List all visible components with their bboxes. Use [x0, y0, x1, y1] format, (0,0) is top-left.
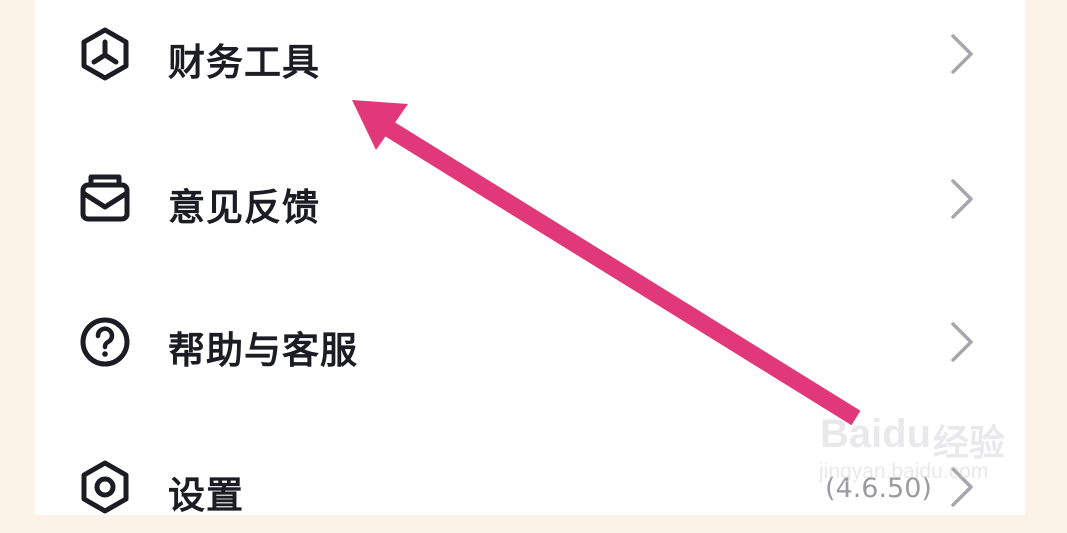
chevron-right-icon — [951, 322, 973, 362]
help-question-icon — [80, 317, 130, 367]
menu-item-label: 设置 — [168, 474, 244, 517]
menu-item-label: 帮助与客服 — [168, 329, 358, 372]
menu-item-finance-tools[interactable]: 财务工具 — [35, 0, 1025, 100]
menu-item-feedback[interactable]: 意见反馈 — [35, 145, 1025, 245]
chevron-right-icon — [951, 179, 973, 219]
feedback-envelope-icon — [80, 174, 130, 222]
menu-card: 财务工具 意见反馈 帮助与客服 设置 (4.6.50) — [35, 0, 1025, 517]
menu-item-settings[interactable]: 设置 (4.6.50) — [35, 433, 1025, 533]
menu-item-label: 意见反馈 — [168, 186, 320, 229]
app-version: (4.6.50) — [825, 473, 932, 504]
menu-item-help-service[interactable]: 帮助与客服 — [35, 288, 1025, 388]
finance-tool-icon — [81, 27, 129, 81]
chevron-right-icon — [951, 467, 973, 507]
menu-item-label: 财务工具 — [168, 41, 320, 84]
settings-hexagon-icon — [81, 460, 129, 514]
chevron-right-icon — [951, 34, 973, 74]
